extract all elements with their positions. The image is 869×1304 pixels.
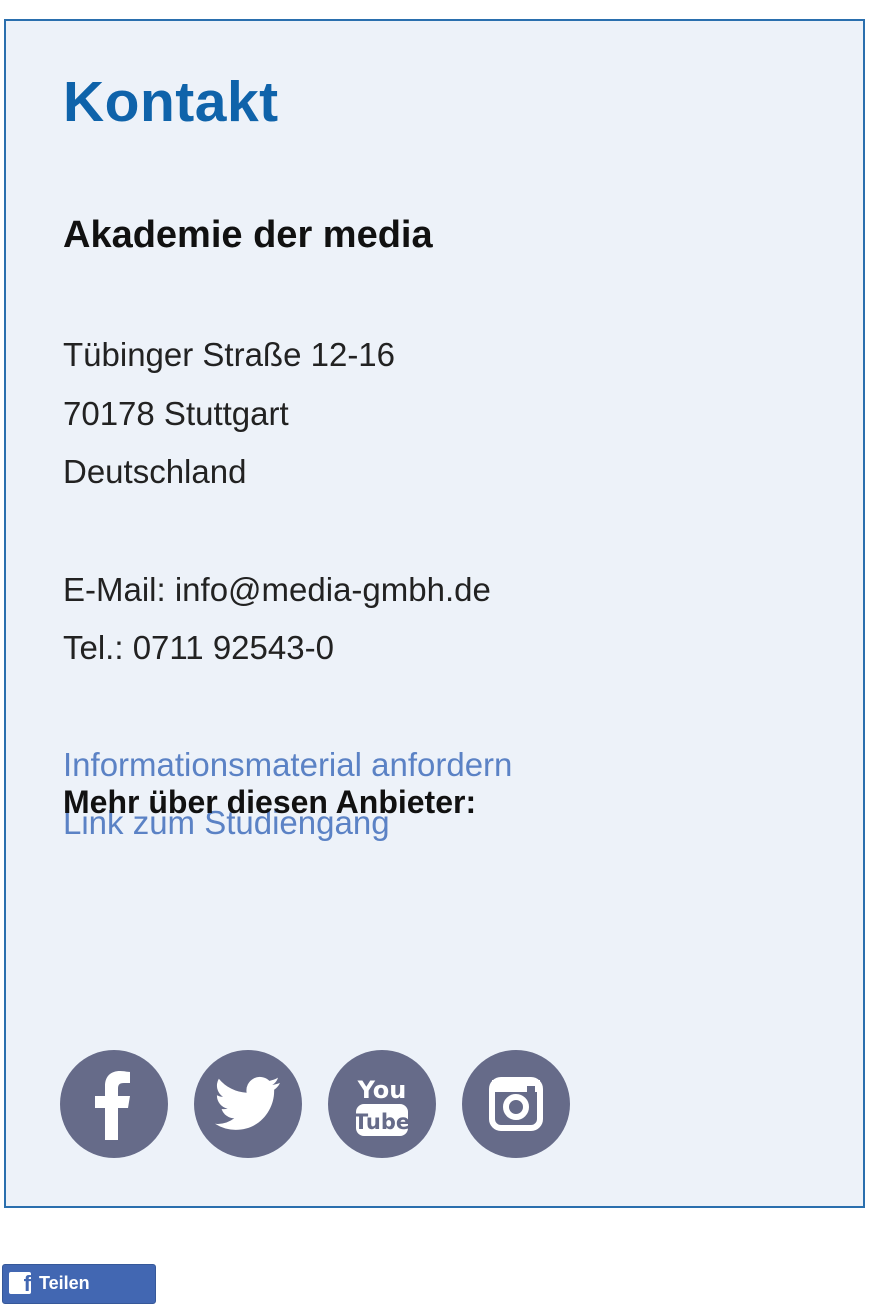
share-button-label: Teilen [39,1273,90,1293]
facebook-f-icon: f [9,1272,31,1294]
address-street: Tübinger Straße 12-16 [63,336,396,373]
instagram-icon [489,1077,543,1131]
twitter-button[interactable] [194,1050,302,1158]
organization-name: Akademie der media [63,214,433,256]
address-country: Deutschland [63,453,247,490]
email-line: E-Mail: info@media-gmbh.de [63,571,491,608]
info-material-link[interactable]: Informationsmaterial anfordern [63,745,512,785]
facebook-share-button[interactable]: f Teilen [2,1264,156,1304]
more-about-provider-heading: Mehr über diesen Anbieter: [63,784,477,820]
contact-box: Kontakt Akademie der media Tübinger Stra… [4,19,865,1208]
youtube-text-bottom: Tube [354,1110,410,1134]
instagram-button[interactable] [462,1050,570,1158]
youtube-button[interactable]: You Tube [328,1050,436,1158]
twitter-icon [215,1076,280,1130]
youtube-icon: You Tube [354,1076,410,1136]
youtube-text-top: You [357,1076,407,1104]
phone-line: Tel.: 0711 92543-0 [63,629,334,666]
facebook-button[interactable] [60,1050,168,1158]
facebook-icon [95,1071,130,1140]
address-city: 70178 Stuttgart [63,395,289,432]
contact-title: Kontakt [63,70,279,134]
